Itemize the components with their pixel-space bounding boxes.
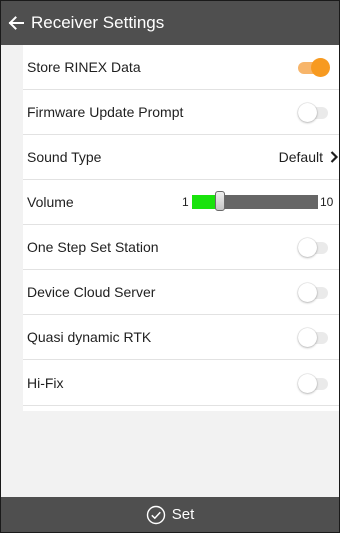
store-rinex-toggle[interactable] — [298, 58, 330, 77]
toggle-knob — [298, 328, 317, 347]
setting-row-hi-fix[interactable]: Hi-Fix — [23, 360, 339, 406]
setting-label: Device Cloud Server — [27, 284, 156, 300]
volume-slider[interactable] — [192, 191, 318, 211]
sound-type-selector[interactable]: Default — [278, 149, 339, 165]
setting-row-quasi-rtk[interactable]: Quasi dynamic RTK — [23, 315, 339, 360]
quasi-rtk-toggle[interactable] — [298, 328, 330, 347]
setting-label: Volume — [27, 194, 74, 210]
toggle-knob — [298, 103, 317, 122]
setting-label: One Step Set Station — [27, 239, 159, 255]
app-frame: Receiver Settings Store RINEX Data Firmw… — [0, 0, 340, 533]
volume-min-label: 1 — [182, 195, 189, 209]
setting-row-cloud-server[interactable]: Device Cloud Server — [23, 270, 339, 315]
toggle-knob — [298, 373, 317, 393]
volume-slider-thumb[interactable] — [215, 191, 225, 211]
arrow-left-icon[interactable] — [3, 1, 29, 45]
setting-label: Quasi dynamic RTK — [27, 329, 152, 345]
setting-label: Firmware Update Prompt — [27, 104, 184, 120]
settings-list: Store RINEX Data Firmware Update Prompt … — [23, 45, 339, 411]
one-step-toggle[interactable] — [298, 238, 330, 257]
setting-label: Sound Type — [27, 149, 102, 165]
volume-max-label: 10 — [320, 195, 334, 209]
firmware-prompt-toggle[interactable] — [298, 103, 330, 122]
check-circle-icon — [146, 505, 165, 524]
setting-label: Hi-Fix — [27, 374, 64, 391]
setting-row-store-rinex[interactable]: Store RINEX Data — [23, 45, 339, 90]
header-bar: Receiver Settings — [1, 1, 339, 45]
setting-row-sound-type[interactable]: Sound Type Default — [23, 135, 339, 180]
toggle-knob — [298, 283, 317, 302]
page-title: Receiver Settings — [31, 13, 165, 32]
hi-fix-toggle[interactable] — [298, 373, 330, 393]
sound-type-value: Default — [278, 149, 323, 165]
setting-label: Store RINEX Data — [27, 59, 141, 75]
toggle-knob — [298, 238, 317, 257]
setting-row-one-step[interactable]: One Step Set Station — [23, 225, 339, 270]
cloud-server-toggle[interactable] — [298, 283, 330, 302]
toggle-knob — [311, 58, 330, 77]
setting-row-firmware-prompt[interactable]: Firmware Update Prompt — [23, 90, 339, 135]
set-button[interactable]: Set — [1, 497, 339, 532]
chevron-right-icon — [330, 151, 339, 163]
setting-row-volume: Volume 1 10 — [23, 180, 339, 225]
set-button-label: Set — [171, 506, 195, 523]
